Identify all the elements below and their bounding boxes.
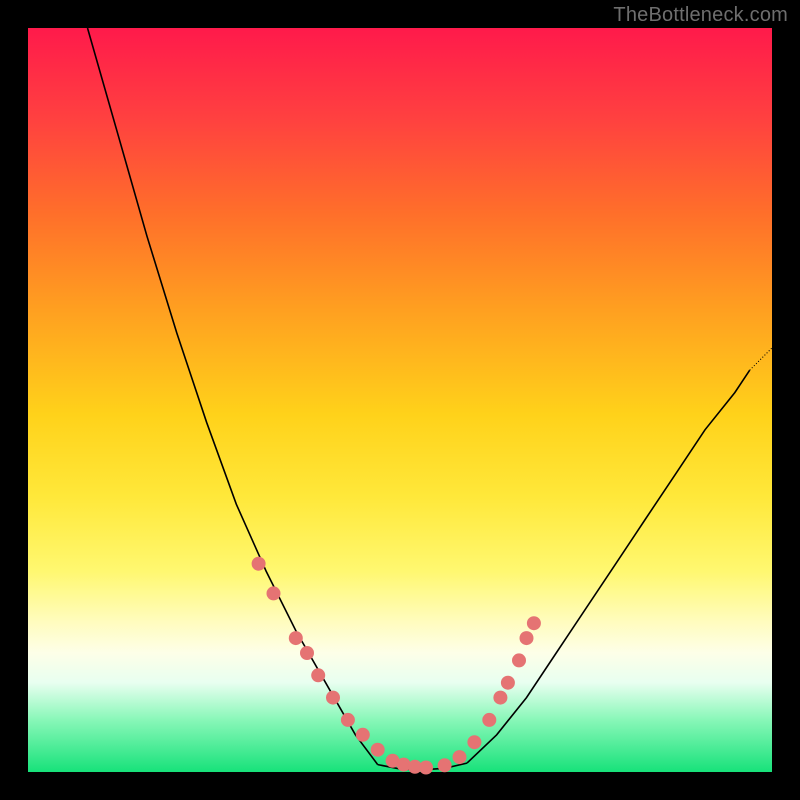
plot-area (28, 28, 772, 772)
marker-dot (371, 743, 385, 757)
marker-dot (453, 750, 467, 764)
marker-dot (520, 631, 534, 645)
marker-dot (482, 713, 496, 727)
plot-svg (28, 28, 772, 772)
marker-dot (289, 631, 303, 645)
marker-dot (501, 676, 515, 690)
marker-dot (512, 653, 526, 667)
marker-dot (267, 586, 281, 600)
curve-right-dotted (750, 348, 772, 370)
curve-right (467, 370, 750, 763)
marker-dot (467, 735, 481, 749)
marker-dot (341, 713, 355, 727)
watermark-text: TheBottleneck.com (613, 4, 788, 26)
marker-dot (527, 616, 541, 630)
curve-left (88, 28, 378, 765)
marker-dot (326, 691, 340, 705)
marker-dot (419, 761, 433, 775)
watermark: TheBottleneck.com (613, 4, 788, 27)
marker-dot (438, 758, 452, 772)
marker-dot (493, 691, 507, 705)
marker-group (252, 557, 541, 775)
marker-dot (311, 668, 325, 682)
marker-dot (356, 728, 370, 742)
chart-frame: TheBottleneck.com (0, 0, 800, 800)
marker-dot (300, 646, 314, 660)
marker-dot (252, 557, 266, 571)
